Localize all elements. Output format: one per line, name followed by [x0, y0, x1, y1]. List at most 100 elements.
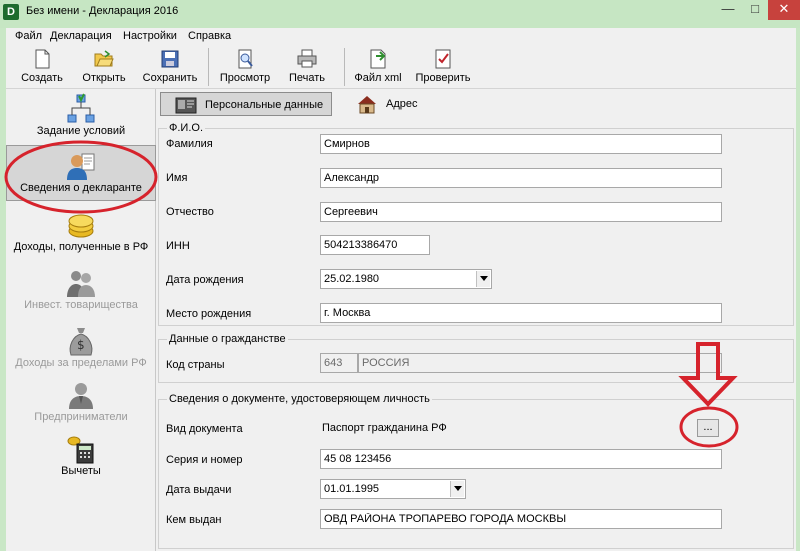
country-code-field: 643 [320, 353, 358, 373]
toolbar: Создать Открыть Сохранить Просмотр Печат… [6, 45, 796, 89]
xml-file-button[interactable]: Файл xml [350, 49, 406, 89]
dropdown-button[interactable] [476, 271, 490, 287]
inn-input[interactable] [320, 235, 430, 255]
window-title: Без имени - Декларация 2016 [26, 5, 179, 17]
hierarchy-icon [67, 93, 95, 123]
menu-declaration[interactable]: Декларация [50, 30, 112, 42]
title-bar: D Без имени - Декларация 2016 — □ ✕ [0, 0, 800, 28]
patronymic-input[interactable] [320, 202, 722, 222]
country-name-field: РОССИЯ [358, 353, 722, 373]
sidebar-item-declarant[interactable]: Сведения о декларанте [6, 145, 156, 201]
surname-input[interactable] [320, 134, 722, 154]
birth-place-label: Место рождения [166, 308, 252, 320]
toolbar-separator [344, 48, 345, 86]
sidebar-item-conditions[interactable]: Задание условий [6, 93, 156, 145]
name-input[interactable] [320, 168, 722, 188]
xml-export-icon [370, 49, 386, 69]
save-button[interactable]: Сохранить [140, 49, 200, 89]
name-label: Имя [166, 172, 188, 184]
sidebar-item-investment[interactable]: Инвест. товарищества [6, 267, 156, 315]
birth-date-picker[interactable]: 25.02.1980 [320, 269, 492, 289]
issue-date-value: 01.01.1995 [324, 483, 380, 495]
checklist-icon [435, 49, 451, 69]
sidebar-item-label: Вычеты [61, 465, 101, 477]
minimize-button[interactable]: — [714, 0, 742, 20]
tab-label: Персональные данные [205, 99, 324, 111]
svg-text:$: $ [77, 338, 85, 352]
chevron-down-icon [480, 276, 488, 281]
select-document-button[interactable]: ... [697, 419, 719, 437]
sidebar: Задание условий Сведения о декларанте До… [6, 89, 156, 551]
series-label: Серия и номер [166, 454, 243, 466]
sidebar-item-label: Задание условий [36, 125, 126, 137]
print-button[interactable]: Печать [280, 49, 334, 89]
dropdown-button[interactable] [450, 481, 464, 497]
issue-date-label: Дата выдачи [166, 484, 232, 496]
issue-date-picker[interactable]: 01.01.1995 [320, 479, 466, 499]
chevron-down-icon [454, 486, 462, 491]
coins-icon [68, 214, 94, 238]
country-code-label: Код страны [166, 359, 225, 371]
sidebar-item-label: Сведения о декларанте [20, 182, 142, 194]
birth-place-input[interactable] [320, 303, 722, 323]
toolbar-separator [208, 48, 209, 86]
menu-file[interactable]: Файл [15, 30, 42, 42]
printer-icon [297, 49, 317, 68]
open-button[interactable]: Открыть [78, 49, 130, 89]
citizenship-legend: Данные о гражданстве [169, 333, 286, 345]
businessman-icon [69, 383, 93, 409]
country-code-value: 643 [324, 357, 343, 369]
preview-label: Просмотр [219, 72, 271, 84]
inn-label: ИНН [166, 240, 190, 252]
document-type-label: Вид документа [166, 423, 243, 435]
tab-bar: Персональные данные Адрес [156, 89, 796, 117]
sidebar-item-label: Доходы, полученные в РФ [13, 241, 149, 253]
close-button[interactable]: ✕ [768, 0, 800, 20]
house-icon [358, 96, 376, 114]
main-panel: Персональные данные Адрес Ф.И.О. Фамилия… [156, 89, 796, 551]
series-input[interactable] [320, 449, 722, 469]
menu-bar: Файл Декларация Настройки Справка [6, 28, 796, 45]
personal-card-icon [175, 97, 197, 114]
menu-help[interactable]: Справка [188, 30, 231, 42]
sidebar-item-label: Предприниматели [34, 411, 128, 423]
tab-address[interactable]: Адрес [346, 92, 436, 116]
birth-date-value: 25.02.1980 [324, 273, 380, 285]
tab-label: Адрес [386, 98, 418, 110]
preview-button[interactable]: Просмотр [214, 49, 276, 89]
user-document-icon [67, 153, 95, 180]
sidebar-item-entrepreneurs[interactable]: Предприниматели [6, 379, 156, 427]
print-label: Печать [288, 72, 326, 84]
open-label: Открыть [82, 72, 126, 84]
create-label: Создать [21, 72, 63, 84]
fio-legend: Ф.И.О. [169, 122, 203, 134]
partnership-icon [67, 271, 95, 297]
app-icon: D [3, 4, 19, 20]
document-type-value: Паспорт гражданина РФ [322, 422, 447, 434]
document-legend: Сведения о документе, удостоверяющем лич… [169, 393, 430, 405]
check-button[interactable]: Проверить [410, 49, 476, 89]
xml-file-label: Файл xml [354, 72, 402, 84]
money-bag-icon: $ [69, 328, 93, 356]
check-label: Проверить [415, 72, 471, 84]
sidebar-item-deductions[interactable]: Вычеты [6, 433, 156, 481]
birth-date-label: Дата рождения [166, 274, 244, 286]
sidebar-item-label: Инвест. товарищества [24, 299, 138, 311]
save-label: Сохранить [142, 72, 198, 84]
sidebar-item-income-rf[interactable]: Доходы, полученные в РФ [6, 209, 156, 257]
surname-label: Фамилия [166, 138, 213, 150]
calculator-coins-icon [67, 436, 94, 464]
preview-icon [238, 49, 253, 69]
tab-personal-data[interactable]: Персональные данные [160, 92, 332, 116]
floppy-disk-icon [161, 50, 179, 68]
new-document-icon [35, 49, 50, 69]
patronymic-label: Отчество [166, 206, 214, 218]
sidebar-item-label: Доходы за пределами РФ [15, 357, 147, 369]
maximize-button[interactable]: □ [742, 0, 768, 20]
sidebar-item-foreign-income[interactable]: $ Доходы за пределами РФ [6, 325, 156, 373]
menu-settings[interactable]: Настройки [123, 30, 177, 42]
create-button[interactable]: Создать [14, 49, 70, 89]
country-name-value: РОССИЯ [362, 357, 410, 369]
issued-by-input[interactable] [320, 509, 722, 529]
open-folder-icon [94, 50, 114, 67]
